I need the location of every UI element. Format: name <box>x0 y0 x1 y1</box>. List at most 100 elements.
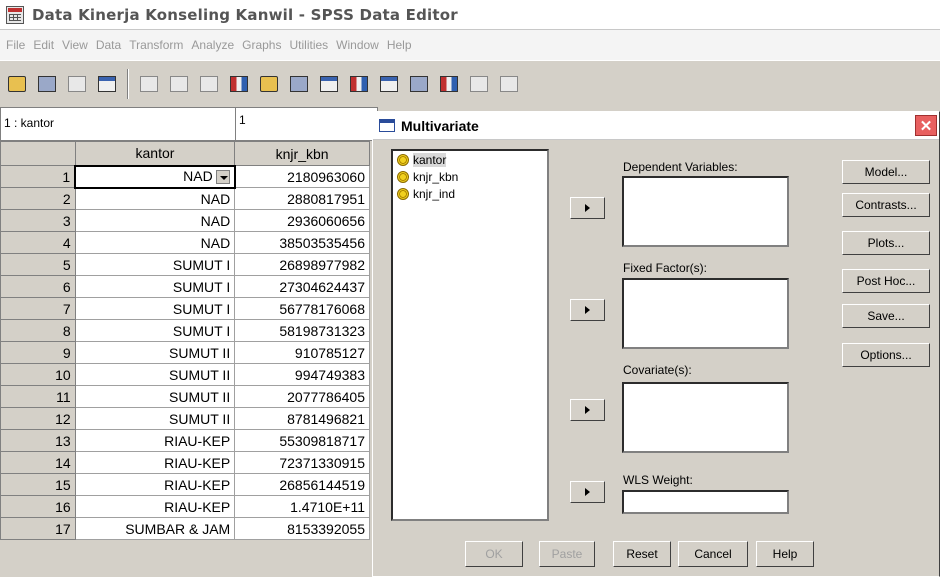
cell-kantor[interactable]: SUMBAR & JAM <box>74 517 236 540</box>
menu-file[interactable]: File <box>2 38 29 52</box>
row-number[interactable]: 5 <box>0 253 76 276</box>
cell-knjr-kbn[interactable]: 910785127 <box>234 341 370 364</box>
menu-help[interactable]: Help <box>383 38 416 52</box>
menu-window[interactable]: Window <box>332 38 383 52</box>
cell-knjr-kbn[interactable]: 2077786405 <box>234 385 370 408</box>
row-number[interactable]: 14 <box>0 451 76 474</box>
column-header-knjr-kbn[interactable]: knjr_kbn <box>234 141 370 166</box>
plots-button[interactable]: Plots... <box>842 231 930 255</box>
cell-kantor[interactable]: SUMUT I <box>74 319 236 342</box>
variable-item-knjr-ind[interactable]: knjr_ind <box>393 185 547 202</box>
cell-knjr-kbn[interactable]: 2880817951 <box>234 187 370 210</box>
print-icon[interactable] <box>64 71 90 97</box>
covariates-list[interactable] <box>622 382 789 453</box>
variable-item-kantor[interactable]: kantor <box>393 151 547 168</box>
cell-kantor[interactable]: RIAU-KEP <box>74 451 236 474</box>
dependent-variables-list[interactable] <box>622 176 789 247</box>
source-variable-list[interactable]: kantor knjr_kbn knjr_ind <box>391 149 549 521</box>
move-to-wls-weight-button[interactable] <box>570 481 605 503</box>
cell-knjr-kbn[interactable]: 72371330915 <box>234 451 370 474</box>
value-dropdown-icon[interactable] <box>215 169 230 184</box>
move-to-covariate-button[interactable] <box>570 399 605 421</box>
help-button[interactable]: Help <box>756 541 814 567</box>
row-number[interactable]: 8 <box>0 319 76 342</box>
cell-kantor[interactable]: SUMUT I <box>74 275 236 298</box>
paste-button[interactable]: Paste <box>539 541 595 567</box>
options-button[interactable]: Options... <box>842 343 930 367</box>
insert-case-icon[interactable] <box>316 71 342 97</box>
dialog-recall-icon[interactable] <box>94 71 120 97</box>
redo-icon[interactable] <box>166 71 192 97</box>
row-number[interactable]: 2 <box>0 187 76 210</box>
post-hoc-button[interactable]: Post Hoc... <box>842 269 930 293</box>
row-number[interactable]: 13 <box>0 429 76 452</box>
row-number[interactable]: 17 <box>0 517 76 540</box>
undo-icon[interactable] <box>136 71 162 97</box>
cell-knjr-kbn[interactable]: 26856144519 <box>234 473 370 496</box>
cell-knjr-kbn[interactable]: 8153392055 <box>234 517 370 540</box>
move-to-fixed-factor-button[interactable] <box>570 299 605 321</box>
cell-kantor[interactable]: NAD <box>74 164 236 189</box>
cell-kantor[interactable]: RIAU-KEP <box>74 429 236 452</box>
menu-graphs[interactable]: Graphs <box>238 38 285 52</box>
row-number[interactable]: 1 <box>0 165 76 188</box>
column-header-kantor[interactable]: kantor <box>74 141 236 166</box>
cell-knjr-kbn[interactable]: 38503535456 <box>234 231 370 254</box>
cell-knjr-kbn[interactable]: 994749383 <box>234 363 370 386</box>
cell-knjr-kbn[interactable]: 27304624437 <box>234 275 370 298</box>
cell-knjr-kbn[interactable]: 2936060656 <box>234 209 370 232</box>
goto-chart-icon[interactable] <box>196 71 222 97</box>
row-number[interactable]: 7 <box>0 297 76 320</box>
menu-analyze[interactable]: Analyze <box>187 38 238 52</box>
cell-kantor[interactable]: SUMUT I <box>74 253 236 276</box>
insert-variable-icon[interactable] <box>346 71 372 97</box>
row-number[interactable]: 3 <box>0 209 76 232</box>
cell-kantor[interactable]: SUMUT II <box>74 407 236 430</box>
row-number[interactable]: 12 <box>0 407 76 430</box>
cell-kantor[interactable]: SUMUT II <box>74 363 236 386</box>
find-icon[interactable] <box>286 71 312 97</box>
row-number[interactable]: 16 <box>0 495 76 518</box>
row-number[interactable]: 6 <box>0 275 76 298</box>
row-number[interactable]: 10 <box>0 363 76 386</box>
cell-knjr-kbn[interactable]: 55309818717 <box>234 429 370 452</box>
menu-data[interactable]: Data <box>92 38 125 52</box>
cell-kantor[interactable]: NAD <box>74 187 236 210</box>
cell-kantor[interactable]: RIAU-KEP <box>74 495 236 518</box>
contrasts-button[interactable]: Contrasts... <box>842 193 930 217</box>
menu-view[interactable]: View <box>58 38 92 52</box>
move-to-dependent-button[interactable] <box>570 197 605 219</box>
menu-utilities[interactable]: Utilities <box>285 38 332 52</box>
weight-cases-icon[interactable] <box>406 71 432 97</box>
ok-button[interactable]: OK <box>465 541 523 567</box>
split-file-icon[interactable] <box>376 71 402 97</box>
cell-kantor[interactable]: SUMUT I <box>74 297 236 320</box>
cancel-button[interactable]: Cancel <box>678 541 748 567</box>
cell-knjr-kbn[interactable]: 56778176068 <box>234 297 370 320</box>
cell-knjr-kbn[interactable]: 2180963060 <box>234 165 370 188</box>
model-button[interactable]: Model... <box>842 160 930 184</box>
cell-knjr-kbn[interactable]: 26898977982 <box>234 253 370 276</box>
wls-weight-field[interactable] <box>622 490 789 514</box>
variables-icon[interactable] <box>256 71 282 97</box>
cell-kantor[interactable]: NAD <box>74 209 236 232</box>
variable-item-knjr-kbn[interactable]: knjr_kbn <box>393 168 547 185</box>
reset-button[interactable]: Reset <box>613 541 671 567</box>
cell-value-input[interactable]: 1 <box>236 113 246 127</box>
select-cases-icon[interactable] <box>436 71 462 97</box>
open-icon[interactable] <box>4 71 30 97</box>
save-button[interactable]: Save... <box>842 304 930 328</box>
menu-edit[interactable]: Edit <box>29 38 58 52</box>
cell-kantor[interactable]: SUMUT II <box>74 385 236 408</box>
value-labels-icon[interactable] <box>466 71 492 97</box>
row-number[interactable]: 11 <box>0 385 76 408</box>
cell-knjr-kbn[interactable]: 58198731323 <box>234 319 370 342</box>
cell-knjr-kbn[interactable]: 1.4710E+11 <box>234 495 370 518</box>
goto-case-icon[interactable] <box>226 71 252 97</box>
fixed-factors-list[interactable] <box>622 278 789 349</box>
cell-kantor[interactable]: RIAU-KEP <box>74 473 236 496</box>
menu-transform[interactable]: Transform <box>125 38 187 52</box>
cell-kantor[interactable]: SUMUT II <box>74 341 236 364</box>
cell-knjr-kbn[interactable]: 8781496821 <box>234 407 370 430</box>
close-icon[interactable]: ✕ <box>915 115 937 136</box>
